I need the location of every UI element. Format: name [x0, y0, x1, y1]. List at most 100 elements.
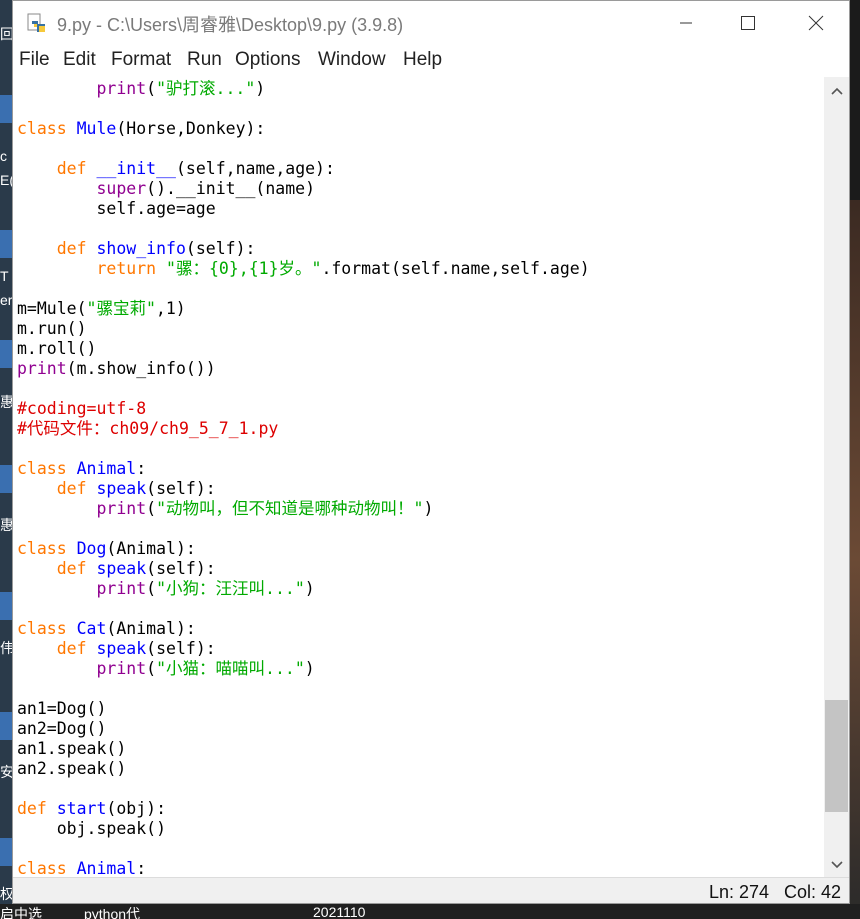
code-line[interactable]: m=Mule("骡宝莉",1) — [17, 299, 186, 319]
code-line[interactable]: class Cat(Animal): — [17, 619, 196, 639]
code-line[interactable]: m.run() — [17, 319, 87, 339]
code-token: print — [96, 79, 147, 98]
desktop-icon-label: c — [0, 148, 7, 164]
code-token: print — [96, 499, 147, 518]
code-line[interactable]: an1=Dog() — [17, 699, 106, 719]
menu-help[interactable]: Help — [403, 49, 442, 71]
code-token: print — [17, 359, 67, 378]
code-line[interactable]: an2=Dog() — [17, 719, 106, 739]
code-line[interactable]: print("驴打滚...") — [17, 79, 265, 99]
code-line[interactable]: return "骡：{0},{1}岁。".format(self.name,se… — [17, 259, 589, 279]
code-line[interactable]: print("小狗：汪汪叫...") — [17, 579, 315, 599]
code-token: "骡宝莉" — [86, 299, 156, 318]
code-token: an1.speak() — [17, 739, 127, 758]
code-line[interactable]: print(m.show_info()) — [17, 359, 216, 379]
status-bar: Ln: 274 Col: 42 — [13, 877, 849, 903]
code-line[interactable]: def __init__(self,name,age): — [17, 159, 335, 179]
code-line[interactable]: an2.speak() — [17, 759, 126, 779]
code-line[interactable]: def speak(self): — [17, 479, 216, 499]
scroll-up-button[interactable] — [824, 79, 849, 103]
code-token: "骡：{0},{1}岁。" — [166, 259, 322, 278]
status-line-number: Ln: 274 — [709, 882, 770, 902]
desktop-shortcut-icon[interactable] — [0, 465, 12, 493]
code-line[interactable]: def speak(self): — [17, 559, 216, 579]
code-line[interactable]: obj.speak() — [17, 819, 166, 839]
maximize-button[interactable] — [717, 1, 779, 45]
chevron-down-icon — [830, 861, 843, 869]
minimize-button[interactable] — [655, 1, 717, 45]
code-token: an2.speak() — [17, 759, 127, 778]
code-line[interactable]: an1.speak() — [17, 739, 126, 759]
status-column-number: Col: 42 — [784, 882, 842, 902]
code-token: : — [136, 859, 147, 877]
desktop-shortcut-icon[interactable] — [0, 95, 12, 123]
taskbar: 启中选 python代 2021110 — [0, 904, 860, 919]
desktop-shortcut-icon[interactable] — [0, 340, 12, 368]
menu-file[interactable]: File — [19, 49, 50, 71]
menu-window[interactable]: Window — [318, 49, 386, 71]
desktop-shortcut-icon[interactable] — [0, 230, 12, 258]
code-token: m.run() — [17, 319, 87, 338]
taskbar-item[interactable]: 启中选 — [0, 904, 42, 919]
scroll-down-button[interactable] — [824, 853, 849, 877]
code-line[interactable]: print("动物叫，但不知道是哪种动物叫！") — [17, 499, 433, 519]
code-token: print — [96, 659, 147, 678]
desktop-icon-label: 伟 — [0, 640, 12, 656]
desktop-shortcut-icon[interactable] — [0, 838, 12, 866]
code-line[interactable]: print("小猫：喵喵叫...") — [17, 659, 315, 679]
code-line[interactable]: super().__init__(name) — [17, 179, 315, 199]
menu-format[interactable]: Format — [111, 49, 171, 71]
code-line[interactable]: def show_info(self): — [17, 239, 256, 259]
menu-run[interactable]: Run — [187, 49, 222, 71]
code-line[interactable]: self.age=age — [17, 199, 216, 219]
code-token: class — [17, 119, 67, 138]
menu-bar: File Edit Format Run Options Window Help — [13, 45, 849, 77]
desktop-icon-label: 惠 — [0, 517, 12, 533]
code-token: (self): — [185, 239, 256, 258]
code-token: Animal — [76, 459, 137, 478]
code-line[interactable]: m.roll() — [17, 339, 96, 359]
vertical-scrollbar[interactable] — [824, 77, 849, 877]
desktop-shortcut-icon[interactable] — [0, 592, 12, 620]
code-token: __init__ — [96, 159, 176, 178]
menu-options[interactable]: Options — [235, 49, 300, 71]
code-token: return — [96, 259, 157, 278]
code-token: "小狗：汪汪叫..." — [156, 579, 305, 598]
scroll-thumb[interactable] — [825, 700, 848, 812]
desktop-background-right — [850, 200, 860, 919]
window-title: 9.py - C:\Users\周睿雅\Desktop\9.py (3.9.8) — [57, 15, 404, 35]
taskbar-item[interactable]: 2021110 — [313, 904, 365, 919]
title-bar[interactable]: 9.py - C:\Users\周睿雅\Desktop\9.py (3.9.8) — [13, 1, 849, 45]
code-token: an2=Dog() — [17, 719, 107, 738]
code-line[interactable]: class Dog(Animal): — [17, 539, 196, 559]
desktop-shortcut-icon[interactable] — [0, 712, 12, 740]
code-line[interactable]: #代码文件：ch09/ch9_5_7_1.py — [17, 419, 278, 439]
code-token: self.age=age — [17, 199, 216, 218]
code-token: ) — [304, 579, 315, 598]
menu-edit[interactable]: Edit — [63, 49, 96, 71]
code-line[interactable]: #coding=utf-8 — [17, 399, 146, 419]
taskbar-item[interactable]: python代 — [84, 904, 140, 919]
code-token: obj.speak() — [17, 819, 167, 838]
code-token: ) — [255, 79, 266, 98]
code-token: ) — [304, 659, 315, 678]
desktop-icon-label: E( — [0, 172, 12, 188]
code-line[interactable]: class Animal: — [17, 859, 146, 877]
code-line[interactable]: def speak(self): — [17, 639, 216, 659]
code-token: ( — [146, 579, 157, 598]
code-line[interactable]: class Animal: — [17, 459, 146, 479]
code-editor[interactable]: print("驴打滚...") class Mule(Horse,Donkey):… — [13, 77, 823, 877]
code-token: ( — [146, 79, 157, 98]
code-line[interactable]: def start(obj): — [17, 799, 166, 819]
code-line[interactable]: class Mule(Horse,Donkey): — [17, 119, 265, 139]
close-button[interactable] — [785, 1, 847, 45]
